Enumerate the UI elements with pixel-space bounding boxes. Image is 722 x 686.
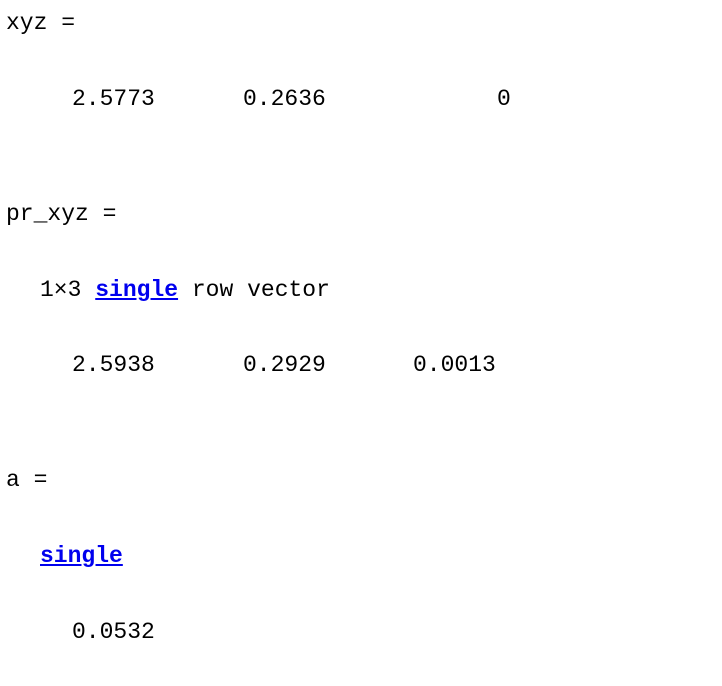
value-cell: 2.5773 xyxy=(72,86,155,112)
value-cell: 0.2636 xyxy=(243,86,326,112)
class-link-single[interactable]: single xyxy=(95,277,178,303)
type-text: row vector xyxy=(191,277,330,303)
size-text: 1×3 xyxy=(40,277,82,303)
variable-header-pr-xyz: pr_xyz = xyxy=(6,201,117,227)
value-cell: 2.5938 xyxy=(72,352,155,378)
value-row-a: 0.0532 xyxy=(72,619,155,645)
value-cell: 0.0013 xyxy=(413,352,496,378)
class-link-single[interactable]: single xyxy=(40,543,123,569)
value-row-pr-xyz: 2.5938 0.2929 0.0013 xyxy=(0,350,722,380)
value-cell: 0 xyxy=(497,86,511,112)
variable-header-a: a = xyxy=(6,467,48,493)
value-row-xyz: 2.5773 0.2636 0 xyxy=(0,84,722,114)
variable-header-xyz: xyz = xyxy=(6,10,76,36)
class-info: single xyxy=(40,541,123,571)
size-class-info: 1×3 single row vector xyxy=(40,275,330,305)
value-cell: 0.2929 xyxy=(243,352,326,378)
